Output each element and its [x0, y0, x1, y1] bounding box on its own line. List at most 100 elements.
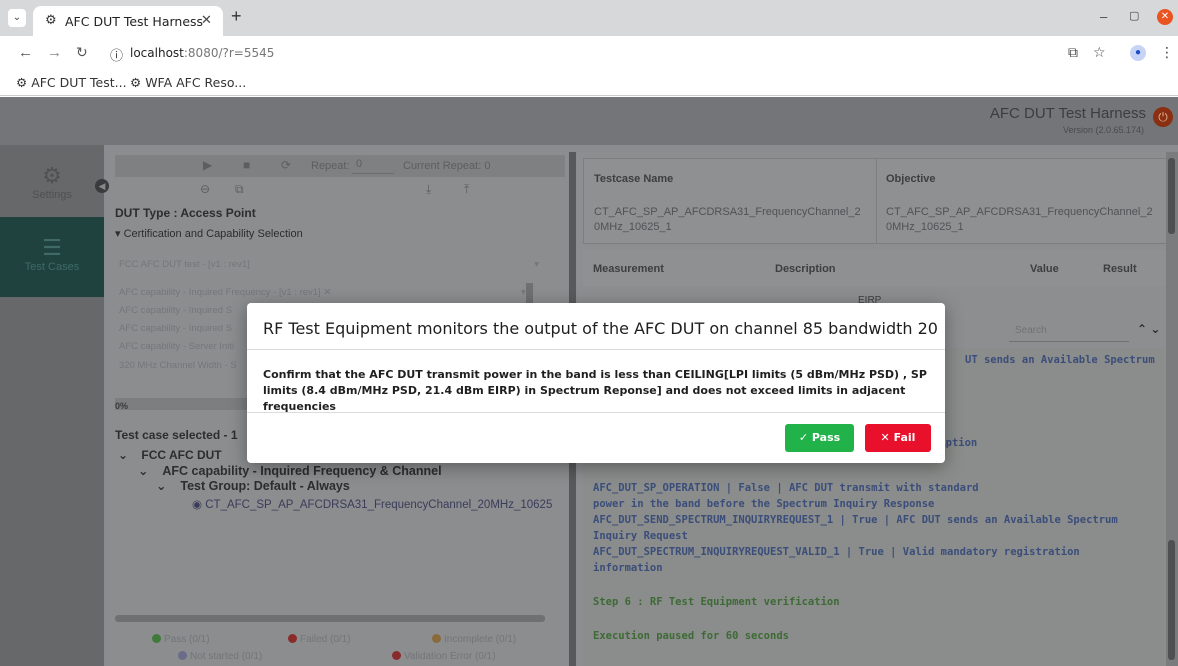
tree-node-afc-capability[interactable]: ⌄ AFC capability - Inquired Frequency & …: [138, 463, 442, 478]
bookmark-afc-dut[interactable]: ⚙ AFC DUT Test...: [16, 75, 127, 90]
log-line: AFC_DUT_SP_OPERATION | False | AFC DUT t…: [593, 482, 979, 494]
log-line: AFC_DUT_SEND_SPECTRUM_INQUIRYREQUEST_1 |…: [593, 514, 1118, 526]
not-started-dot-icon: [178, 651, 187, 660]
window-close-button[interactable]: ✕: [1157, 9, 1173, 25]
gear-icon: ⚙: [42, 163, 62, 188]
stat-failed: Failed (0/1): [288, 634, 351, 645]
pass-dot-icon: [152, 634, 161, 643]
repeat-input[interactable]: 0: [352, 158, 394, 174]
log-line: Inquiry Request: [593, 530, 688, 542]
bookmark-wfa-afc[interactable]: ⚙ WFA AFC Reso...: [130, 75, 246, 90]
download-icon[interactable]: ⤓: [426, 182, 431, 197]
browser-titlebar: ⌄ ⚙ AFC DUT Test Harness ✕ + – ▢ ✕: [0, 0, 1178, 36]
cert-section-toggle[interactable]: ▾ Certification and Capability Selection: [115, 227, 303, 240]
dialog-divider: [247, 412, 945, 413]
stat-validation-error: Validation Error (0/1): [392, 651, 496, 662]
browser-tab[interactable]: ⚙ AFC DUT Test Harness ✕: [33, 6, 223, 36]
log-scroll-thumb[interactable]: [1168, 540, 1175, 660]
repeat-label: Repeat:: [311, 160, 350, 172]
repeat-icon[interactable]: ⟳: [281, 158, 291, 172]
select-scrollbar[interactable]: [526, 283, 533, 305]
failed-dot-icon: [288, 634, 297, 643]
app-version: Version (2.0.65.174): [1062, 125, 1144, 135]
log-line: information: [593, 562, 663, 574]
select-inquired-frequency[interactable]: AFC capability - Inquired Frequency - [v…: [119, 287, 539, 298]
run-toolbar: ▶ ■ ⟳ Repeat: 0 Current Repeat: 0: [115, 155, 565, 177]
fail-button[interactable]: ✕ Fail: [865, 424, 931, 452]
tab-title: AFC DUT Test Harness: [65, 14, 204, 29]
maximize-button[interactable]: ▢: [1129, 9, 1139, 22]
log-step: Step 6 : RF Test Equipment verification: [593, 596, 840, 608]
col-measurement: Measurement: [593, 263, 664, 275]
sidebar-item-test-cases[interactable]: ☰ Test Cases: [0, 217, 104, 297]
site-info-icon[interactable]: ⓘ: [110, 45, 123, 64]
sidebar-collapse-icon[interactable]: ◀: [95, 179, 109, 193]
address-bar: ← → ↻ ⓘ localhost:8080/?r=5545 ⧉ ☆ ● ⋮: [0, 36, 1178, 70]
log-partial-1: UT sends an Available Spectrum: [965, 354, 1155, 366]
col-value: Value: [1030, 263, 1059, 275]
check-icon: ✓: [798, 431, 809, 444]
tab-close-icon[interactable]: ✕: [201, 12, 212, 28]
tree-leaf-testcase[interactable]: ◉ CT_AFC_SP_AP_AFCDRSA31_FrequencyChanne…: [192, 497, 552, 511]
select-fcc-afc[interactable]: FCC AFC DUT test - [v1 : rev1] ▾: [119, 259, 539, 270]
log-search-input[interactable]: Search: [1009, 320, 1129, 342]
current-repeat: Current Repeat: 0: [403, 160, 491, 172]
back-icon[interactable]: ←: [18, 44, 33, 61]
testcase-info-grid: Testcase Name CT_AFC_SP_AP_AFCDRSA31_Fre…: [583, 158, 1171, 244]
log-line: AFC_DUT_SPECTRUM_INQUIRYREQUEST_VALID_1 …: [593, 546, 1080, 558]
details-scroll-thumb[interactable]: [1168, 158, 1175, 234]
dialog-divider: [247, 349, 945, 350]
log-line: power in the band before the Spectrum In…: [593, 498, 935, 510]
bookmarks-bar: ⚙ AFC DUT Test... ⚙ WFA AFC Reso...: [0, 70, 1178, 96]
incomplete-dot-icon: [432, 634, 441, 643]
clear-icon[interactable]: ⊖: [200, 182, 210, 196]
testcase-name-value: CT_AFC_SP_AP_AFCDRSA31_FrequencyChannel_…: [594, 206, 861, 233]
list-icon: ☰: [42, 235, 62, 260]
sidebar-item-label: Settings: [32, 189, 72, 201]
reload-icon[interactable]: ↻: [76, 44, 88, 61]
x-icon: ✕: [880, 431, 890, 444]
tree-node-test-group[interactable]: ⌄ Test Group: Default - Always: [156, 478, 350, 493]
verification-dialog: RF Test Equipment monitors the output of…: [247, 303, 945, 463]
measurement-table-header: Measurement Description Value Result: [583, 250, 1171, 286]
col-description: Description: [775, 263, 836, 275]
browser-menu-icon[interactable]: ⋮: [1160, 44, 1174, 61]
objective-header: Objective: [886, 173, 936, 185]
progress-label: 0%: [115, 401, 129, 411]
cast-icon[interactable]: ⧉: [1068, 44, 1078, 61]
tree-hscrollbar[interactable]: [115, 615, 545, 622]
stop-icon[interactable]: ■: [243, 158, 250, 172]
copy-icon[interactable]: ⧉: [235, 182, 244, 197]
log-paused: Execution paused for 60 seconds: [593, 630, 789, 642]
bookmark-star-icon[interactable]: ☆: [1093, 44, 1106, 61]
pass-button[interactable]: ✓ Pass: [785, 424, 854, 452]
favicon-icon: ⚙: [45, 12, 57, 27]
validation-error-dot-icon: [392, 651, 401, 660]
upload-icon[interactable]: ⤒: [464, 182, 469, 197]
url-field[interactable]: localhost:8080/?r=5545: [130, 46, 274, 60]
dialog-title: RF Test Equipment monitors the output of…: [263, 319, 938, 338]
minimize-button[interactable]: –: [1100, 9, 1107, 24]
grid-separator: [876, 159, 877, 243]
sidebar-item-settings[interactable]: ⚙ Settings: [0, 145, 104, 225]
stat-not-started: Not started (0/1): [178, 651, 262, 662]
profile-avatar[interactable]: ●: [1130, 45, 1146, 61]
power-icon[interactable]: ⏻: [1153, 107, 1173, 127]
forward-icon[interactable]: →: [47, 44, 62, 61]
app-header: AFC DUT Test Harness Version (2.0.65.174…: [0, 97, 1178, 145]
log-nav-chevrons[interactable]: ⌃ ⌄: [1137, 322, 1160, 336]
sidebar: ⚙ Settings ☰ Test Cases: [0, 145, 104, 666]
new-tab-button[interactable]: +: [231, 6, 242, 27]
dut-type-label: DUT Type : Access Point: [115, 206, 256, 220]
stat-pass: Pass (0/1): [152, 634, 210, 645]
app-title: AFC DUT Test Harness: [989, 105, 1146, 122]
tree-node-fcc[interactable]: ⌄ FCC AFC DUT: [118, 448, 222, 462]
tab-menu-button[interactable]: ⌄: [8, 9, 26, 27]
testcase-name-header: Testcase Name: [594, 173, 674, 185]
dialog-body: Confirm that the AFC DUT transmit power …: [263, 368, 927, 413]
objective-value: CT_AFC_SP_AP_AFCDRSA31_FrequencyChannel_…: [886, 206, 1153, 233]
play-icon[interactable]: ▶: [203, 158, 212, 172]
col-result: Result: [1103, 263, 1137, 275]
test-case-selected: Test case selected - 1: [115, 428, 238, 442]
stat-incomplete: Incomplete (0/1): [432, 634, 516, 645]
